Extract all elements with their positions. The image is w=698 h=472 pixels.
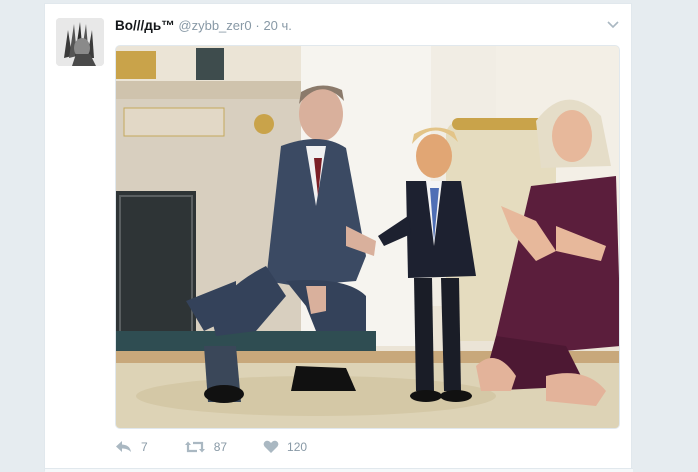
display-name[interactable]: Во///дь™	[115, 18, 175, 33]
tweet-photo[interactable]	[115, 45, 620, 429]
user-handle[interactable]: @zybb_zer0	[178, 18, 251, 33]
avatar[interactable]	[56, 18, 104, 66]
reply-button[interactable]: 7	[115, 440, 148, 454]
separator-dot: ·	[255, 18, 260, 33]
retweet-button[interactable]: 87	[184, 440, 227, 454]
card-divider	[45, 468, 633, 472]
retweet-icon	[184, 441, 205, 453]
timestamp[interactable]: 20 ч.	[263, 18, 291, 33]
tweet-card[interactable]: Во///дь™ @zybb_zer0 · 20 ч. 7 87 120	[44, 3, 633, 472]
tweet-actions: 7 87 120	[115, 440, 343, 454]
like-count: 120	[287, 440, 308, 454]
tweet-header: Во///дь™ @zybb_zer0 · 20 ч.	[115, 18, 292, 34]
like-button[interactable]: 120	[263, 440, 307, 454]
reply-icon	[116, 441, 131, 452]
reply-count: 7	[141, 440, 148, 454]
heart-icon	[263, 440, 279, 453]
chevron-down-icon[interactable]	[605, 17, 621, 33]
retweet-count: 87	[213, 440, 228, 454]
